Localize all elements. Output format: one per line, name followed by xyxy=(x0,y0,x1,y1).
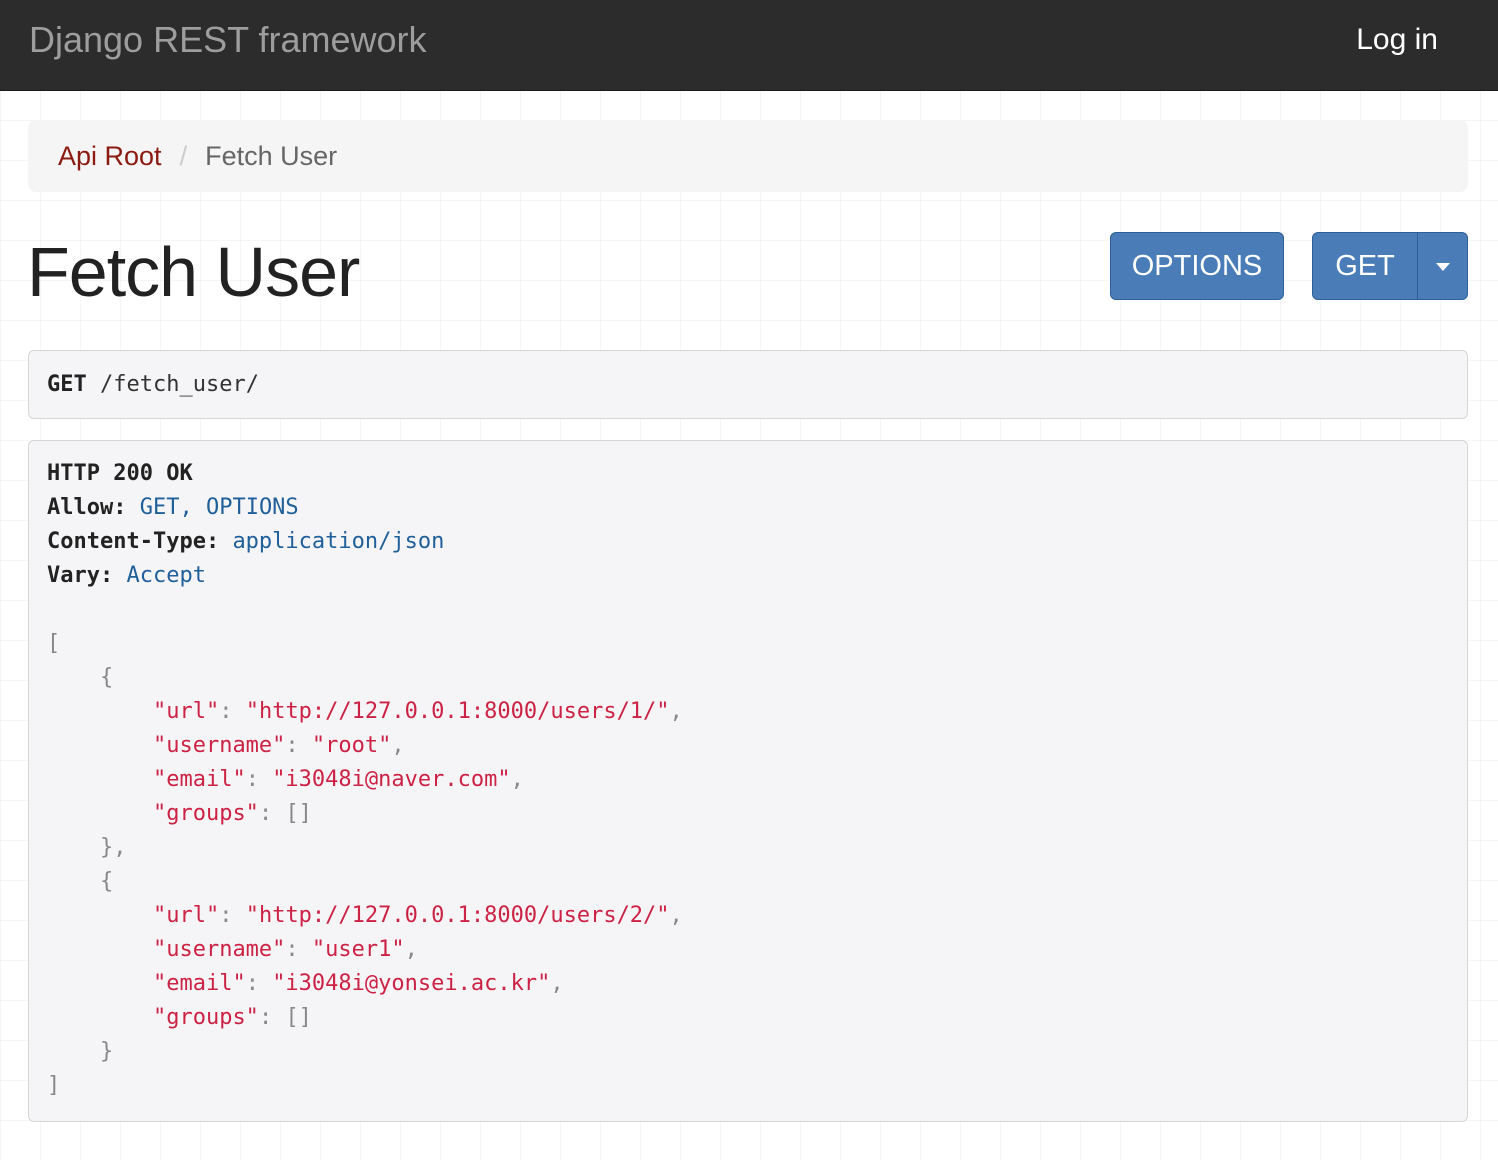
json-open-brace: { xyxy=(99,665,114,690)
json-field-url: "url": "http://127.0.0.1:8000/users/1/", xyxy=(152,699,683,724)
json-field-username: "username": "root", xyxy=(152,733,405,758)
navbar: Django REST framework Log in xyxy=(0,0,1498,91)
json-field-groups: "groups": [] xyxy=(152,1005,312,1030)
request-info: GET /fetch_user/ xyxy=(28,350,1468,419)
json-field-username: "username": "user1", xyxy=(152,937,418,962)
request-method: GET xyxy=(47,372,87,397)
breadcrumb-current: Fetch User xyxy=(205,141,338,171)
json-close-brace: }, xyxy=(99,835,127,860)
request-path: /fetch_user/ xyxy=(100,372,259,397)
get-button[interactable]: GET xyxy=(1313,233,1417,299)
get-format-dropdown-toggle[interactable] xyxy=(1417,233,1468,299)
options-button[interactable]: OPTIONS xyxy=(1110,232,1284,300)
breadcrumb: Api Root / Fetch User xyxy=(28,120,1468,192)
json-close-bracket: ] xyxy=(47,1073,61,1098)
json-field-email: "email": "i3048i@yonsei.ac.kr", xyxy=(152,971,564,996)
page-title: Fetch User xyxy=(27,233,360,311)
response-header: Allow: GET, OPTIONS xyxy=(47,495,299,520)
json-field-groups: "groups": [] xyxy=(152,801,312,826)
caret-down-icon xyxy=(1436,263,1450,271)
response-header: Content-Type: application/json xyxy=(47,529,445,554)
login-link[interactable]: Log in xyxy=(1356,20,1438,60)
response-info: HTTP 200 OK Allow: GET, OPTIONS Content-Ty… xyxy=(28,440,1468,1122)
json-open-brace: { xyxy=(99,869,114,894)
json-open-bracket: [ xyxy=(47,631,61,656)
response-status: HTTP 200 OK xyxy=(47,461,193,486)
get-button-group: GET xyxy=(1312,232,1468,300)
response-header: Vary: Accept xyxy=(47,563,206,588)
json-field-url: "url": "http://127.0.0.1:8000/users/2/", xyxy=(152,903,683,928)
breadcrumb-api-root-link[interactable]: Api Root xyxy=(58,141,162,171)
json-field-email: "email": "i3048i@naver.com", xyxy=(152,767,524,792)
breadcrumb-separator: / xyxy=(179,141,188,171)
json-close-brace: } xyxy=(99,1039,114,1064)
brand-link[interactable]: Django REST framework xyxy=(29,18,426,62)
